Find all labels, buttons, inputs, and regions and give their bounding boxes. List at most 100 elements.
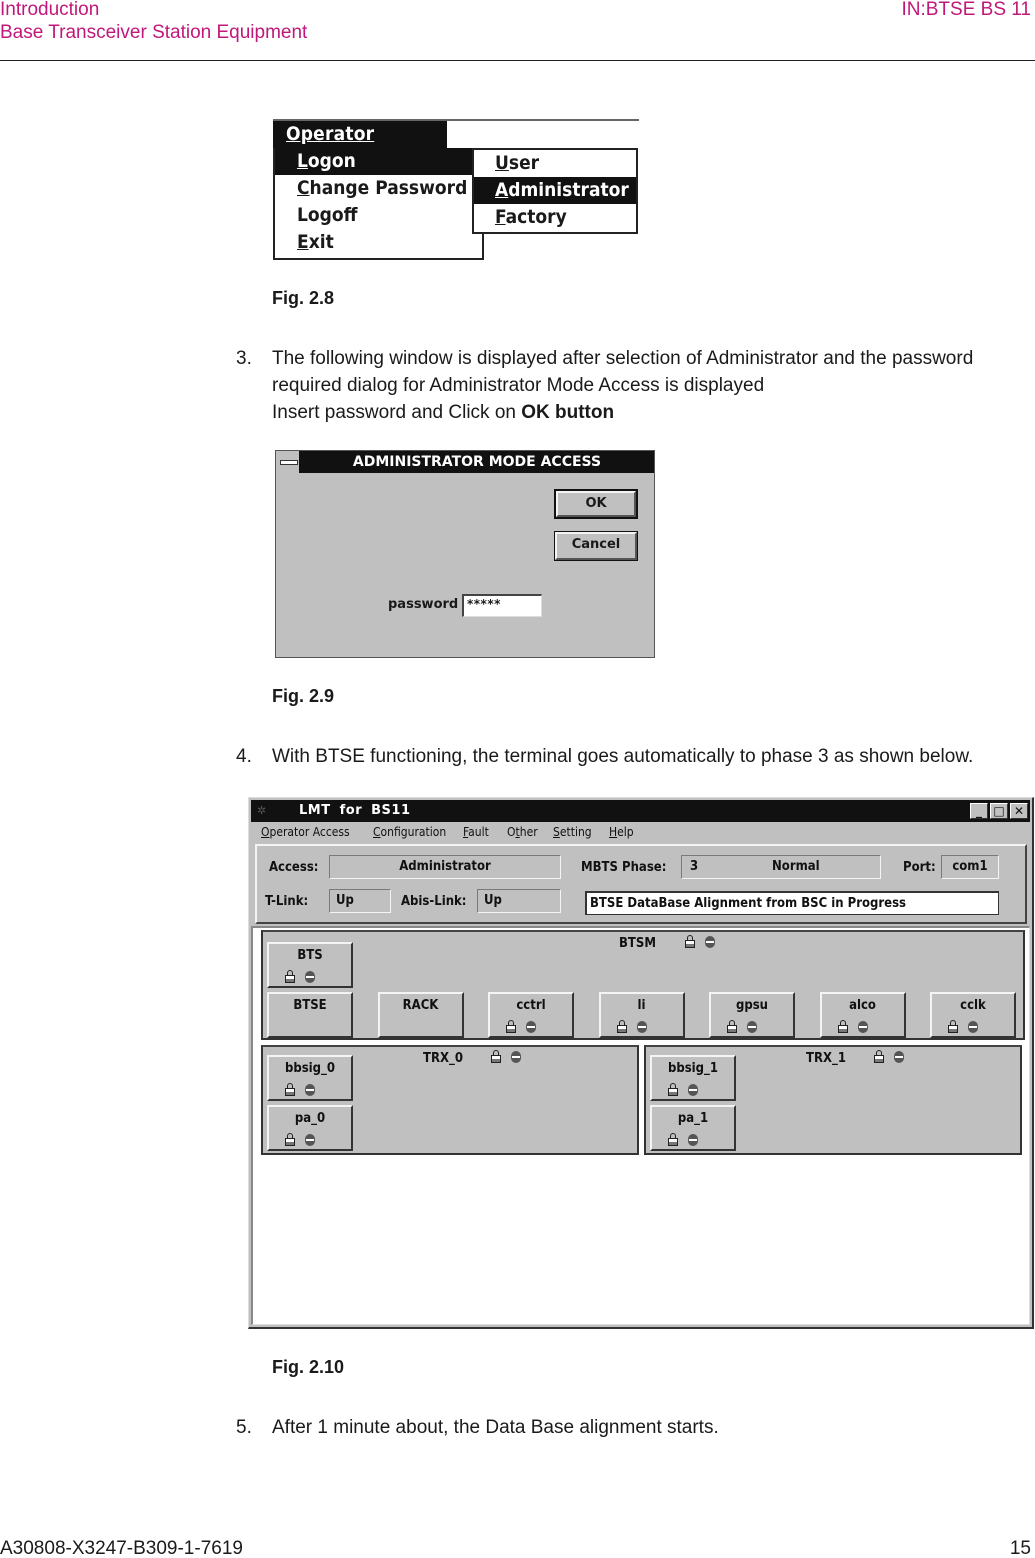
step-4-text: With BTSE functioning, the terminal goes…: [272, 746, 974, 767]
mo-name: bbsig_0: [284, 1061, 336, 1076]
access-field: Administrator: [329, 855, 561, 879]
access-label: Access:: [269, 860, 319, 875]
header-doc-code: IN:BTSE BS 11: [901, 0, 1031, 20]
password-label: password: [388, 597, 459, 612]
mo-name: BTSE: [293, 998, 327, 1013]
header-rule: [0, 60, 1035, 61]
menu-item-change-password[interactable]: Change Password: [275, 175, 482, 202]
state-icons: [948, 1020, 978, 1033]
figure-caption-2-8: Fig. 2.8: [272, 288, 335, 308]
maximize-button[interactable]: □: [990, 803, 1008, 819]
mo-name: cctrl: [516, 998, 546, 1013]
state-icons: [874, 1050, 904, 1063]
state-icons: [616, 1020, 647, 1033]
menubar-item-other[interactable]: Other: [507, 822, 538, 842]
menu-item-logon[interactable]: Logon: [275, 148, 482, 175]
mo-name: gpsu: [735, 998, 769, 1013]
ok-button-reference: OK button: [521, 402, 615, 423]
state-icons: [668, 1133, 698, 1146]
lock-icon: [668, 1133, 678, 1146]
header-chapter: Introduction: [0, 0, 100, 20]
header-doc-title: Base Transceiver Station Equipment: [0, 22, 308, 43]
disabled-state-icon: [305, 1083, 315, 1096]
mo-name: cclk: [960, 998, 986, 1013]
mo-button-pa_1[interactable]: pa_1: [650, 1105, 736, 1151]
minimize-button[interactable]: _: [970, 803, 988, 819]
menu-operator-access[interactable]: Operator Access: [273, 121, 447, 172]
footer-doc-number: A30808-X3247-B309-1-7619: [0, 1538, 243, 1558]
btsm-group: BTSM BTS BTSE RACK cctrl li gpsu alco cclk: [261, 930, 1025, 1040]
menubar-item-configuration[interactable]: Configuration: [373, 822, 446, 842]
menubar-item-help[interactable]: Help: [609, 822, 634, 842]
disabled-state-icon: [705, 935, 715, 948]
mo-button-bbsig_0[interactable]: bbsig_0: [267, 1055, 353, 1101]
logon-submenu: User Administrator Factory: [472, 148, 638, 234]
state-icons: [285, 1083, 315, 1096]
tlink-field: Up: [329, 889, 391, 913]
lock-icon: [285, 970, 295, 983]
disabled-state-icon: [526, 1020, 536, 1033]
figure-caption-2-9: Fig. 2.9: [272, 686, 335, 706]
step-4: 4. With BTSE functioning, the terminal g…: [236, 744, 1035, 770]
mo-button-gpsu[interactable]: gpsu: [709, 992, 795, 1038]
disabled-state-icon: [688, 1083, 698, 1096]
btsm-title: BTSM: [619, 936, 656, 951]
mo-name: pa_0: [294, 1111, 326, 1126]
ok-button[interactable]: OK: [554, 489, 638, 519]
state-icons: [506, 1020, 536, 1033]
mo-button-cctrl[interactable]: cctrl: [488, 992, 574, 1038]
step-5-text: After 1 minute about, the Data Base alig…: [272, 1417, 719, 1438]
mo-button-btse[interactable]: BTSE: [267, 992, 353, 1038]
app-icon: ✲: [257, 804, 267, 817]
footer-page-number: 15: [1009, 1538, 1031, 1558]
lock-icon: [616, 1020, 627, 1033]
mo-button-pa_0[interactable]: pa_0: [267, 1105, 353, 1151]
lmt-window: ✲ LMT for BS11 _ □ ✕ Operator Access Conf…: [248, 797, 1034, 1329]
operator-access-menu-figure: Operator Access LogonChange PasswordLogo…: [273, 119, 639, 261]
lmt-title-bar[interactable]: ✲ LMT for BS11 _ □ ✕: [251, 800, 1030, 822]
close-button[interactable]: ✕: [1010, 803, 1028, 819]
menu-item-logoff[interactable]: Logoff: [275, 202, 482, 229]
mo-button-bbsig_1[interactable]: bbsig_1: [650, 1055, 736, 1101]
lock-icon: [727, 1020, 737, 1033]
mo-button-li[interactable]: li: [598, 992, 685, 1038]
submenu-item-user[interactable]: User: [474, 150, 636, 177]
step-3-line-3: Insert password and Click on: [272, 402, 522, 423]
disabled-state-icon: [857, 1020, 868, 1033]
phase-label: MBTS Phase:: [581, 860, 667, 875]
abis-link-label: Abis-Link:: [401, 894, 467, 909]
lock-icon: [506, 1020, 516, 1033]
mo-button-bts[interactable]: BTS: [267, 942, 353, 988]
submenu-item-factory[interactable]: Factory: [474, 204, 636, 231]
mo-name: alco: [849, 998, 876, 1013]
system-menu-icon[interactable]: [276, 451, 300, 473]
disabled-state-icon: [968, 1020, 978, 1033]
state-icons: [668, 1083, 698, 1096]
step-3-line-2: required dialog for Administrator Mode A…: [272, 375, 765, 396]
mo-button-rack[interactable]: RACK: [377, 992, 464, 1038]
menubar-item-fault[interactable]: Fault: [463, 822, 489, 842]
phase-field: 3 Normal: [681, 855, 881, 879]
dialog-title: ADMINISTRATOR MODE ACCESS: [352, 454, 602, 470]
menubar-item-setting[interactable]: Setting: [553, 822, 592, 842]
port-field: com1: [941, 855, 999, 879]
state-icons: [727, 1020, 757, 1033]
trx-title: TRX_1: [806, 1051, 846, 1066]
menu-item-exit[interactable]: Exit: [275, 229, 482, 256]
tlink-label: T-Link:: [265, 894, 309, 909]
step-3-line-1: The following window is displayed after …: [272, 348, 974, 369]
lock-icon: [491, 1050, 501, 1063]
submenu-item-administrator[interactable]: Administrator: [474, 177, 636, 204]
menubar-item-operator-access[interactable]: Operator Access: [261, 822, 350, 842]
mo-button-alco[interactable]: alco: [819, 992, 906, 1038]
password-input[interactable]: *****: [462, 594, 542, 617]
mo-button-cclk[interactable]: cclk: [930, 992, 1016, 1038]
lock-icon: [837, 1020, 848, 1033]
window-title: LMT for BS11: [299, 803, 411, 818]
cancel-button[interactable]: Cancel: [554, 531, 638, 561]
step-3: 3. The following window is displayed aft…: [236, 346, 1035, 426]
disabled-state-icon: [305, 1133, 315, 1146]
lock-icon: [285, 1083, 295, 1096]
phase-number: 3: [690, 859, 699, 874]
disabled-state-icon: [688, 1133, 698, 1146]
